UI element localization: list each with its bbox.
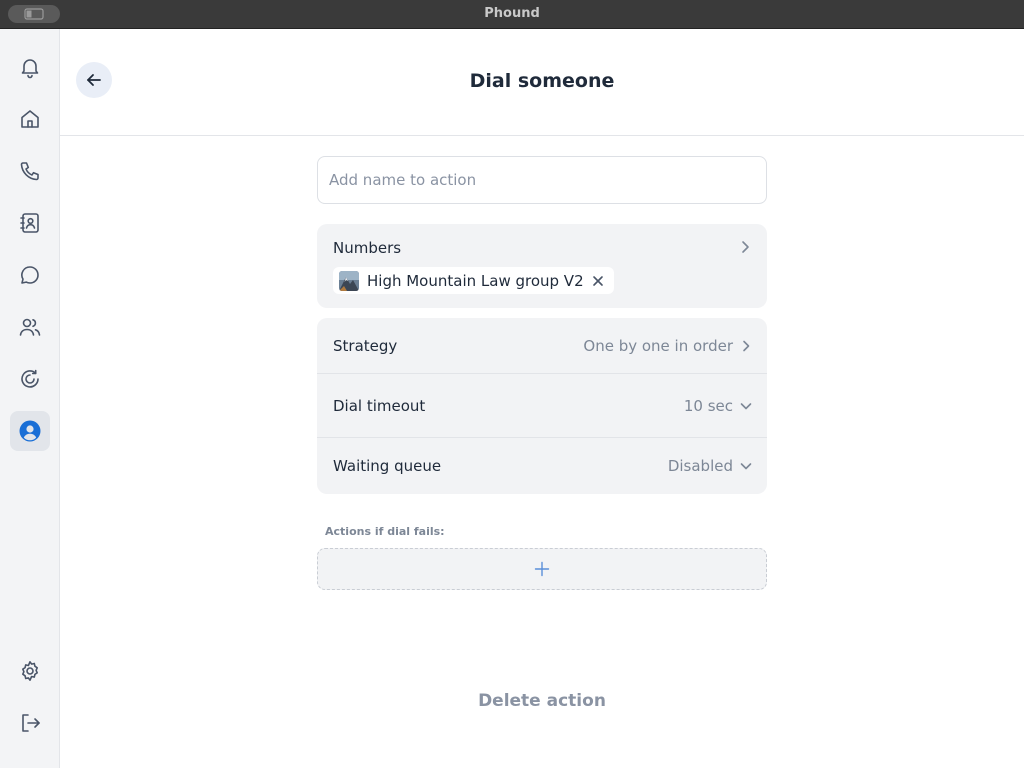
sidebar-item-activity[interactable] [10,359,50,399]
strategy-value: One by one in order [583,337,753,355]
logout-icon [22,714,40,732]
window-title: Phound [484,6,540,21]
strategy-value-text: One by one in order [583,336,733,355]
home-icon [21,110,39,128]
number-chip-label: High Mountain Law group V2 [367,271,584,290]
number-chip: High Mountain Law group V2 [333,267,614,294]
fail-actions-label: Actions if dial fails: [325,525,445,538]
refresh-icon [21,369,39,388]
chat-icon [21,266,39,284]
remove-number-button[interactable] [592,275,604,287]
phone-icon [20,162,39,181]
add-fail-action-button[interactable] [317,548,767,590]
dial-timeout-select[interactable]: 10 sec [684,397,753,415]
plus-icon [534,561,550,577]
action-name-input[interactable] [317,156,767,204]
dial-settings-section: Strategy One by one in order Dial timeou… [317,318,767,494]
sidebar-item-logout[interactable] [10,703,50,743]
window-titlebar: Phound [0,0,1024,29]
waiting-queue-row[interactable]: Waiting queue Disabled [317,438,767,494]
dial-timeout-label: Dial timeout [333,396,426,415]
chevron-down-icon [740,463,752,470]
bell-icon [21,59,39,79]
profile-icon [19,420,41,442]
page-title: Dial someone [469,70,615,92]
chevron-right-icon [743,340,750,351]
dial-timeout-value: 10 sec [683,396,733,415]
delete-action-button[interactable]: Delete action [442,691,642,711]
mountain-image-icon [339,270,359,291]
waiting-queue-value: Disabled [667,457,733,475]
number-avatar [339,270,359,291]
chevron-down-icon [740,402,752,409]
numbers-label: Numbers [333,239,402,257]
strategy-label: Strategy [333,336,398,355]
sidebar-item-home[interactable] [10,99,50,139]
waiting-queue-select[interactable]: Disabled [668,457,753,475]
sidebar-item-profile[interactable] [10,411,50,451]
gear-icon [22,661,38,681]
sidebar-item-team[interactable] [10,307,50,347]
waiting-queue-label: Waiting queue [333,457,442,475]
sidebar-item-notifications[interactable] [10,47,50,87]
sidebar-item-chats[interactable] [10,255,50,295]
sidebar-item-calls[interactable] [10,151,50,191]
strategy-row[interactable]: Strategy One by one in order [317,318,767,374]
page-header: Dial someone [60,29,1024,136]
sidebar-item-settings[interactable] [10,651,50,691]
sidebar [0,29,60,768]
close-icon [592,275,603,286]
sidebar-item-contacts[interactable] [10,203,50,243]
dial-timeout-row[interactable]: Dial timeout 10 sec [317,374,767,438]
chevron-right-icon [742,241,749,253]
users-icon [19,318,41,336]
numbers-section[interactable]: Numbers High Mountain Law group V2 [317,224,767,308]
contacts-icon [20,213,39,233]
